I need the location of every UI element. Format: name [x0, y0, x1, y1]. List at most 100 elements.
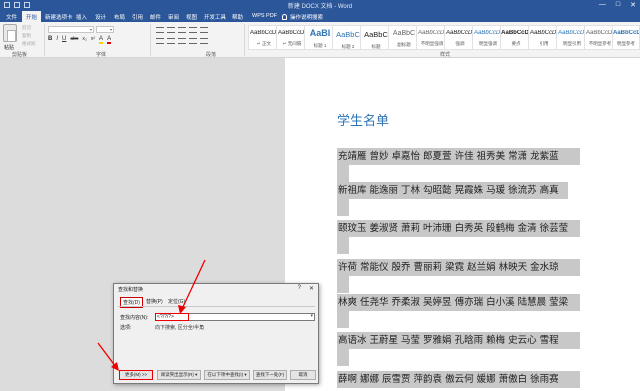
chevron-down-icon: ▾: [89, 27, 92, 32]
bold-button[interactable]: B: [48, 36, 52, 44]
maximize-button[interactable]: □: [616, 1, 620, 9]
style-name: 引用: [539, 41, 549, 46]
title-bar: 新建 DOCX 文档 - Word — □ ✕: [0, 0, 640, 11]
name-line[interactable]: 许荷 常能仪 殷乔 曹丽莉 梁霓 赵兰娟 林映天 金水琼: [337, 259, 580, 276]
empty-paragraph-mark: [337, 199, 349, 216]
format-painter-button[interactable]: 格式刷: [22, 41, 36, 47]
tab-home[interactable]: 开始: [22, 11, 42, 22]
font-format-buttons: B I U abc x₂ x² A A: [48, 36, 112, 44]
align-center-icon[interactable]: [167, 38, 175, 44]
highlight-color-button[interactable]: A: [99, 36, 104, 44]
tab-mailings[interactable]: 邮件: [150, 13, 161, 21]
tab-layout[interactable]: 布局: [114, 13, 125, 21]
font-name-select[interactable]: ▾: [48, 26, 94, 33]
style-sample: AaBbCcDt: [557, 30, 586, 36]
tell-me-label: 操作说明搜索: [290, 15, 324, 21]
document-page[interactable]: 学生名单 充靖雁 曾妙 卓嘉怡 郎夏萱 许佳 祖秀美 常潇 龙紫蓝 新祖库 能逸…: [285, 58, 640, 391]
align-left-icon[interactable]: [156, 38, 164, 44]
bullets-icon[interactable]: [156, 27, 164, 33]
numbering-icon[interactable]: [167, 27, 175, 33]
minimize-button[interactable]: —: [599, 1, 606, 9]
paste-icon[interactable]: [3, 24, 17, 42]
strikethrough-button[interactable]: abc: [70, 36, 78, 44]
superscript-button[interactable]: x²: [91, 36, 95, 44]
tab-file[interactable]: 文件: [6, 13, 17, 21]
chevron-down-icon[interactable]: ▾: [310, 313, 313, 319]
style-name: 明显引用: [563, 41, 581, 46]
style-name: 要点: [511, 41, 521, 46]
window-title: 新建 DOCX 文档 - Word: [287, 4, 353, 10]
name-line[interactable]: 薛啊 娜娜 辰雪贾 萍韵袁 傲云何 媛娜 萧傲白 徐雨赛: [337, 371, 580, 388]
underline-button[interactable]: U: [62, 36, 66, 44]
tab-help[interactable]: 帮助: [232, 13, 243, 21]
alignment-buttons: [156, 38, 208, 44]
help-button[interactable]: ?: [298, 285, 301, 292]
dialog-body: 查找内容(N): <?/?/?> ▾ 选项: 向下搜索, 区分全/半角: [118, 306, 315, 356]
style-name: 明显强调: [479, 41, 497, 46]
find-what-label: 查找内容(N):: [120, 315, 149, 321]
increase-indent-icon[interactable]: [200, 27, 208, 33]
tab-wps-pdf[interactable]: WPS PDF: [252, 13, 277, 19]
style-sample: AaBbCcDt: [613, 30, 639, 36]
font-color-button[interactable]: A: [107, 36, 112, 44]
options-label: 选项:: [120, 325, 132, 331]
find-replace-dialog: 查找和替换 ? ✕ 查找(D) 替换(P) 定位(G) 查找内容(N): <?/…: [113, 283, 319, 384]
multilevel-list-icon[interactable]: [178, 27, 186, 33]
name-line[interactable]: 充靖雁 曾妙 卓嘉怡 郎夏萱 许佳 祖秀美 常潇 龙紫蓝: [337, 148, 580, 165]
dialog-close-button[interactable]: ✕: [309, 285, 314, 292]
name-line[interactable]: 新祖库 能逸丽 丁林 勾昭懿 晃霞姝 马瑗 徐流苏 高真: [337, 182, 568, 199]
lightbulb-icon: [282, 14, 287, 20]
tab-replace[interactable]: 替换(P): [144, 297, 165, 306]
style-sample: AaBbCcDt: [585, 30, 614, 36]
style-sample: AaBbCcDt: [529, 30, 558, 36]
style-sample: AaBbCcDt: [501, 30, 531, 36]
cut-button[interactable]: 剪切: [22, 25, 31, 31]
name-line[interactable]: 林爽 任尧华 乔柔淑 吴婷昱 傅亦瑞 白小溪 陆慧晨 莹梁: [337, 294, 580, 311]
style-sample: AaBbC: [364, 30, 388, 39]
style-sample: AaBbCcDt: [249, 30, 278, 36]
style-intense-reference[interactable]: AaBbCcDt 明显参考: [612, 25, 640, 50]
tab-goto[interactable]: 定位(G): [166, 297, 187, 306]
tab-design[interactable]: 设计: [95, 13, 106, 21]
document-title[interactable]: 学生名单: [337, 110, 389, 129]
italic-button[interactable]: I: [56, 36, 58, 44]
ribbon: 粘贴 剪切 复制 格式刷 剪贴板 ▾ ▾ B I U abc x₂ x² A A…: [0, 22, 640, 58]
ribbon-tabs: 文件 开始 新建选项卡 插入 设计 布局 引用 邮件 审阅 视图 开发工具 帮助…: [0, 11, 640, 22]
tab-developer[interactable]: 开发工具: [204, 13, 226, 21]
tab-references[interactable]: 引用: [132, 13, 143, 21]
tab-insert[interactable]: 插入: [76, 13, 87, 21]
decrease-indent-icon[interactable]: [189, 27, 197, 33]
more-button[interactable]: 更多(M) >>: [119, 370, 153, 380]
style-sample: AaBbC: [336, 30, 360, 39]
empty-paragraph-mark: [337, 237, 349, 254]
style-name: 副标题: [397, 42, 411, 47]
style-sample: AaBbCcDt: [277, 30, 306, 36]
paste-label[interactable]: 粘贴: [4, 44, 14, 51]
style-sample: AaBbCcDt: [445, 30, 474, 36]
find-what-input[interactable]: <?/?/?> ▾: [155, 313, 315, 321]
justify-icon[interactable]: [189, 38, 197, 44]
name-line[interactable]: 颐玟玉 姜淑贤 萧莉 叶沛珊 白秀英 段鹤梅 金清 徐芸莹: [337, 220, 580, 237]
copy-button[interactable]: 复制: [22, 33, 31, 39]
style-name: 不明显强调: [420, 41, 444, 46]
font-size-select[interactable]: ▾: [96, 26, 114, 33]
find-in-button[interactable]: 在以下项中查找(I) ▾: [204, 370, 250, 380]
tab-new-tab[interactable]: 新建选项卡: [45, 13, 73, 21]
tab-view[interactable]: 视图: [186, 13, 197, 21]
name-line[interactable]: 高语冰 王蔚星 马莹 罗雅娟 孔晗雨 赖梅 史云心 雪程: [337, 332, 580, 349]
dialog-controls: ? ✕: [298, 285, 314, 292]
reading-highlight-button[interactable]: 阅读突出显示(R) ▾: [157, 370, 201, 380]
style-sample: AaBbCcDt: [417, 30, 446, 36]
cancel-button[interactable]: 取消: [290, 370, 316, 380]
close-button[interactable]: ✕: [630, 1, 636, 9]
tab-review[interactable]: 审阅: [168, 13, 179, 21]
tell-me-search[interactable]: 操作说明搜索: [282, 13, 323, 21]
align-right-icon[interactable]: [178, 38, 186, 44]
subscript-button[interactable]: x₂: [82, 36, 86, 44]
group-label-styles: 样式: [440, 52, 451, 58]
group-label-clipboard: 剪贴板: [12, 52, 28, 58]
find-next-button[interactable]: 查找下一处(F): [253, 370, 287, 380]
line-spacing-icon[interactable]: [200, 38, 208, 44]
empty-paragraph-mark: [337, 349, 349, 366]
empty-paragraph-mark: [337, 276, 349, 293]
